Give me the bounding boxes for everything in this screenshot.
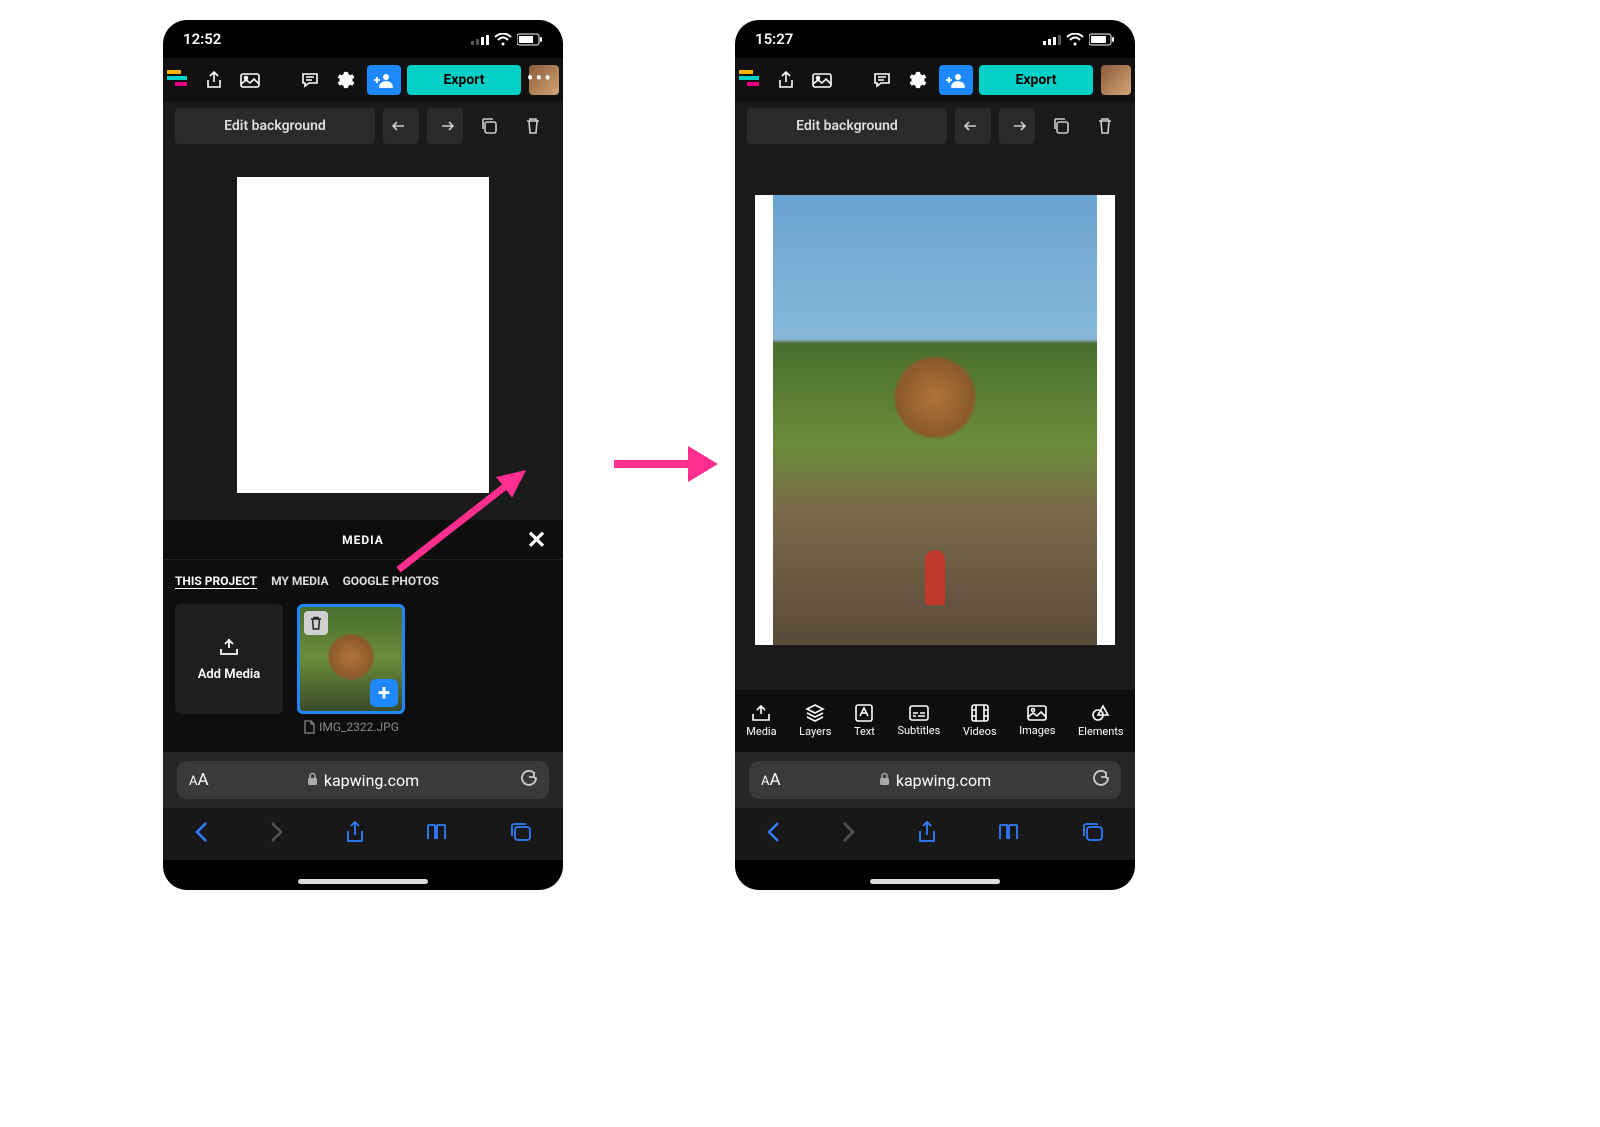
media-icon[interactable] <box>807 65 837 95</box>
tabs-icon[interactable] <box>510 822 532 846</box>
media-panel-title: MEDIA <box>342 533 384 547</box>
settings-icon[interactable] <box>903 65 933 95</box>
add-media-label: Add Media <box>198 667 261 682</box>
safari-nav <box>163 808 563 860</box>
app-toolbar: Export <box>735 58 1135 102</box>
status-icons <box>1043 33 1115 46</box>
edit-background-button[interactable]: Edit background <box>747 108 947 144</box>
media-panel: MEDIA ✕ ••• THIS PROJECT MY MEDIA GOOGLE… <box>163 520 563 752</box>
tool-nav: Media Layers Text Subtitles Videos Image… <box>735 690 1135 752</box>
tab-this-project[interactable]: THIS PROJECT <box>175 574 257 588</box>
status-time: 15:27 <box>755 30 793 48</box>
app-toolbar: Export <box>163 58 563 102</box>
toolnav-subtitles[interactable]: Subtitles <box>897 705 940 737</box>
status-bar: 12:52 <box>163 20 563 58</box>
lock-icon <box>879 771 890 790</box>
lock-icon <box>307 771 318 790</box>
blank-canvas[interactable] <box>237 177 489 493</box>
url-pill[interactable]: AA kapwing.com <box>177 761 549 799</box>
status-time: 12:52 <box>183 30 221 48</box>
phone-left: 12:52 Export <box>163 20 563 890</box>
kapwing-logo[interactable] <box>167 70 193 90</box>
action-bar: Edit background <box>735 102 1135 150</box>
bookmarks-icon[interactable] <box>426 823 448 845</box>
user-avatar[interactable] <box>1101 65 1131 95</box>
more-icon[interactable]: ••• <box>527 66 553 90</box>
close-icon[interactable]: ✕ <box>521 524 553 556</box>
add-media-button[interactable]: Add Media <box>175 604 283 714</box>
toolnav-layers[interactable]: Layers <box>799 704 831 738</box>
undo-button[interactable] <box>383 108 419 144</box>
toolnav-videos[interactable]: Videos <box>963 704 997 738</box>
safari-share-icon[interactable] <box>346 821 364 847</box>
action-bar: Edit background <box>163 102 563 150</box>
media-thumbnail[interactable]: + <box>297 604 405 714</box>
home-indicator[interactable] <box>298 879 428 884</box>
canvas-with-photo[interactable] <box>755 195 1115 645</box>
safari-url-bar: AA kapwing.com <box>163 752 563 808</box>
edit-background-button[interactable]: Edit background <box>175 108 375 144</box>
phone-right: 15:27 Export <box>735 20 1135 890</box>
url-text: kapwing.com <box>896 771 991 790</box>
toolnav-elements[interactable]: Elements <box>1078 704 1124 738</box>
forward-icon[interactable] <box>842 821 856 847</box>
share-icon[interactable] <box>771 65 801 95</box>
tab-my-media[interactable]: MY MEDIA <box>271 574 329 588</box>
cellular-icon <box>1043 33 1061 45</box>
back-icon[interactable] <box>194 821 208 847</box>
cellular-icon <box>471 33 489 45</box>
duplicate-button[interactable] <box>471 108 507 144</box>
transition-arrow <box>610 440 720 492</box>
safari-share-icon[interactable] <box>918 821 936 847</box>
add-collaborator-button[interactable] <box>367 65 401 95</box>
add-collaborator-button[interactable] <box>939 65 973 95</box>
reload-icon[interactable] <box>520 770 537 791</box>
back-icon[interactable] <box>766 821 780 847</box>
media-panel-header: MEDIA ✕ <box>163 520 563 560</box>
share-icon[interactable] <box>199 65 229 95</box>
export-button[interactable]: Export <box>979 65 1093 95</box>
delete-button[interactable] <box>515 108 551 144</box>
undo-button[interactable] <box>955 108 991 144</box>
text-size-icon[interactable]: AA <box>761 770 781 790</box>
safari-url-bar: AA kapwing.com <box>735 752 1135 808</box>
duplicate-button[interactable] <box>1043 108 1079 144</box>
battery-icon <box>517 33 543 46</box>
media-thumbnail-wrap: + IMG_2322.JPG <box>297 604 405 734</box>
thumbnail-delete-icon[interactable] <box>304 611 328 635</box>
toolnav-media[interactable]: Media <box>746 704 776 738</box>
wifi-icon <box>494 33 512 46</box>
delete-button[interactable] <box>1087 108 1123 144</box>
toolnav-images[interactable]: Images <box>1019 705 1055 737</box>
thumbnail-filename: IMG_2322.JPG <box>303 720 399 734</box>
kapwing-logo[interactable] <box>739 70 765 90</box>
photo-content[interactable] <box>773 195 1097 645</box>
home-indicator[interactable] <box>870 879 1000 884</box>
url-text: kapwing.com <box>324 771 419 790</box>
comment-icon[interactable] <box>867 65 897 95</box>
status-bar: 15:27 <box>735 20 1135 58</box>
wifi-icon <box>1066 33 1084 46</box>
canvas-area[interactable] <box>735 150 1135 690</box>
redo-button[interactable] <box>999 108 1035 144</box>
settings-icon[interactable] <box>331 65 361 95</box>
tabs-icon[interactable] <box>1082 822 1104 846</box>
text-size-icon[interactable]: AA <box>189 770 209 790</box>
url-pill[interactable]: AA kapwing.com <box>749 761 1121 799</box>
media-tabs: THIS PROJECT MY MEDIA GOOGLE PHOTOS <box>163 560 563 588</box>
toolnav-text[interactable]: Text <box>854 704 875 738</box>
media-icon[interactable] <box>235 65 265 95</box>
export-button[interactable]: Export <box>407 65 521 95</box>
reload-icon[interactable] <box>1092 770 1109 791</box>
comment-icon[interactable] <box>295 65 325 95</box>
forward-icon[interactable] <box>270 821 284 847</box>
media-body: Add Media + IMG_2322.JPG <box>163 588 563 752</box>
battery-icon <box>1089 33 1115 46</box>
safari-nav <box>735 808 1135 860</box>
thumbnail-add-icon[interactable]: + <box>370 679 398 707</box>
redo-button[interactable] <box>427 108 463 144</box>
bookmarks-icon[interactable] <box>998 823 1020 845</box>
status-icons <box>471 33 543 46</box>
